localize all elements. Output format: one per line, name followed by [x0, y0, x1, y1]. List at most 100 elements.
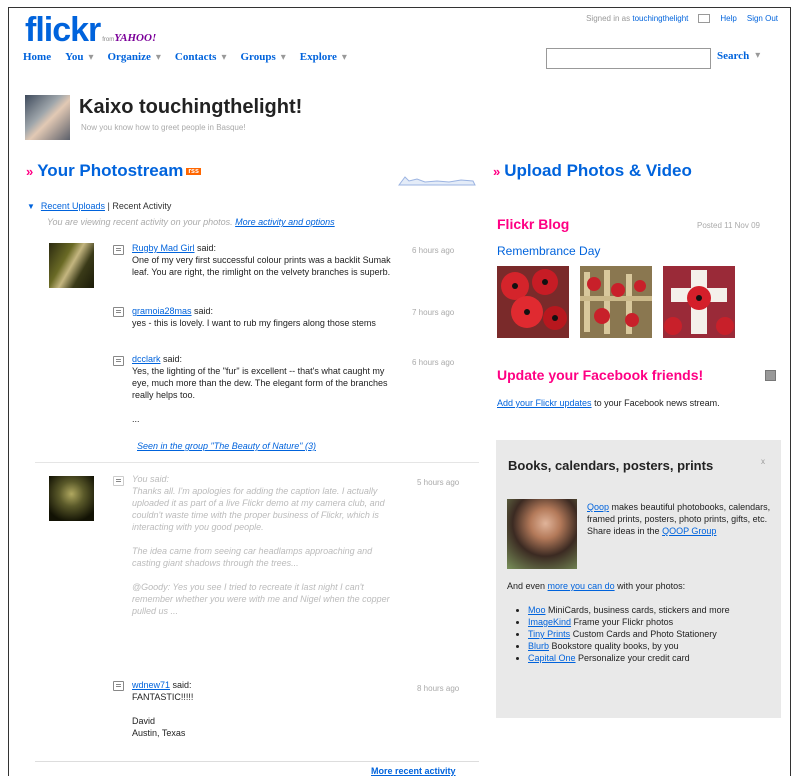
qoop-group-link[interactable]: QOOP Group: [662, 526, 716, 536]
photo-thumbnail[interactable]: [49, 243, 94, 288]
account-bar: Signed in as touchingthelight Help Sign …: [586, 14, 778, 23]
comment-icon: [113, 476, 124, 486]
username-link[interactable]: touchingthelight: [632, 14, 688, 23]
comment-signature: David: [132, 716, 156, 726]
promo-link[interactable]: Capital One: [528, 653, 576, 663]
search-input[interactable]: [546, 48, 711, 69]
comment-said: said:: [172, 680, 192, 690]
promo-link[interactable]: Tiny Prints: [528, 629, 570, 639]
chevron-down-icon[interactable]: ▾: [156, 52, 161, 63]
close-icon[interactable]: x: [761, 457, 765, 466]
upload-link[interactable]: Upload Photos & Video: [504, 161, 692, 180]
chevron-down-icon[interactable]: ▾: [755, 50, 760, 62]
comment-item: Rugby Mad Girl said: One of my very firs…: [132, 242, 402, 278]
promo-title: Books, calendars, posters, prints: [508, 458, 714, 473]
flickr-logo[interactable]: flickr fromYAHOO!: [25, 11, 156, 50]
blog-photo[interactable]: [663, 266, 735, 338]
comment-author-link[interactable]: Rugby Mad Girl: [132, 243, 195, 253]
divider: [35, 761, 479, 762]
buddy-icon[interactable]: [25, 95, 70, 140]
comment-text: @Goody: Yes you see I tried to recreate …: [132, 582, 390, 616]
comment-signature: Austin, Texas: [132, 728, 186, 738]
search-button[interactable]: Search ▾: [717, 50, 760, 62]
blog-post-link[interactable]: Remembrance Day: [497, 244, 600, 258]
signed-in-text: Signed in as touchingthelight: [586, 14, 688, 23]
facebook-link[interactable]: Add your Flickr updates: [497, 398, 592, 408]
promo-link[interactable]: Blurb: [528, 641, 549, 651]
comment-text: yes - this is lovely. I want to rub my f…: [132, 318, 376, 328]
nav-contacts-label: Contacts: [174, 51, 217, 63]
search-button-label: Search: [717, 50, 750, 62]
comment-author-link[interactable]: gramoia28mas: [132, 306, 192, 316]
blog-title[interactable]: Flickr Blog: [497, 216, 569, 232]
comment-item: You said: Thanks all. I'm apologies for …: [132, 473, 397, 617]
rss-icon[interactable]: rss: [186, 168, 201, 176]
yahoo-logo: YAHOO!: [114, 32, 157, 44]
seen-in-group-link[interactable]: Seen in the group "The Beauty of Nature"…: [137, 441, 316, 451]
chevron-down-icon[interactable]: ▾: [88, 52, 93, 63]
help-link[interactable]: Help: [720, 14, 736, 23]
comment-icon: [113, 681, 124, 691]
comment-ellipsis: ...: [132, 414, 140, 424]
facebook-text: Add your Flickr updates to your Facebook…: [497, 397, 757, 410]
chevron-down-icon[interactable]: ▾: [281, 52, 286, 63]
main-nav: Home You ▾ Organize ▾ Contacts ▾ Groups ▾ Ex…: [23, 51, 347, 63]
signed-in-label: Signed in as: [586, 14, 631, 23]
photostream-title[interactable]: Your Photostream: [37, 161, 183, 180]
comment-said: You said:: [132, 474, 170, 484]
promo-link[interactable]: Moo: [528, 605, 546, 615]
nav-home[interactable]: Home: [23, 51, 51, 63]
viewing-note: You are viewing recent activity on your …: [47, 217, 335, 227]
promo-list: Moo MiniCards, business cards, stickers …: [514, 604, 783, 664]
blog-photo[interactable]: [497, 266, 569, 338]
comment-item: wdnew71 said: FANTASTIC!!!!! David Austi…: [132, 679, 397, 739]
comment-author-link[interactable]: wdnew71: [132, 680, 170, 690]
more-options-link[interactable]: More activity and options: [235, 217, 335, 227]
page-title: Kaixo touchingthelight!: [79, 96, 303, 118]
nav-groups-label: Groups: [240, 51, 276, 63]
tab-recent-uploads[interactable]: Recent Uploads: [41, 201, 105, 211]
nav-organize-label: Organize: [107, 51, 151, 63]
chevron-down-icon[interactable]: ▾: [221, 52, 226, 63]
seen-in-group-text[interactable]: Seen in the group "The Beauty of Nature"…: [137, 441, 316, 451]
chevron-right-icon: »: [26, 164, 34, 179]
comment-said: said:: [194, 306, 214, 316]
chevron-down-icon[interactable]: ▾: [342, 52, 347, 63]
comment-time: 6 hours ago: [412, 246, 455, 255]
promo-item-text: Bookstore quality books, by you: [551, 641, 679, 651]
nav-explore[interactable]: Explore ▾: [300, 51, 347, 63]
promo-and-even: And even more you can do with your photo…: [507, 581, 685, 591]
comment-time: 8 hours ago: [417, 684, 460, 693]
comment-time: 7 hours ago: [412, 308, 455, 317]
comment-icon: [113, 245, 124, 255]
more-you-can-do-link[interactable]: more you can do: [548, 581, 615, 591]
nav-home-label: Home: [23, 51, 52, 63]
promo-item-text: Personalize your credit card: [578, 653, 690, 663]
close-icon[interactable]: [765, 370, 776, 381]
chevron-right-icon: »: [493, 164, 501, 179]
comment-said: said:: [163, 354, 183, 364]
nav-you[interactable]: You ▾: [65, 51, 93, 63]
promo-item-text: MiniCards, business cards, stickers and …: [548, 605, 730, 615]
tab-separator: |: [107, 201, 110, 211]
comment-item: dcclark said: Yes, the lighting of the "…: [132, 353, 402, 425]
promo-link[interactable]: ImageKind: [528, 617, 571, 627]
nav-organize[interactable]: Organize ▾: [107, 51, 160, 63]
promo-and-even-text: with your photos:: [617, 581, 686, 591]
logo-text: flickr: [25, 11, 101, 49]
promo-item-text: Custom Cards and Photo Stationery: [572, 629, 717, 639]
mail-icon[interactable]: [698, 14, 711, 23]
activity-sparkline: [398, 176, 476, 186]
nav-contacts[interactable]: Contacts ▾: [175, 51, 227, 63]
photo-thumbnail[interactable]: [49, 476, 94, 521]
blog-photo[interactable]: [580, 266, 652, 338]
comment-author-link[interactable]: dcclark: [132, 354, 161, 364]
comment-item: gramoia28mas said: yes - this is lovely.…: [132, 305, 402, 329]
sign-out-link[interactable]: Sign Out: [747, 14, 778, 23]
comment-text: FANTASTIC!!!!!: [132, 692, 194, 702]
promo-text: Qoop makes beautiful photobooks, calenda…: [587, 501, 772, 537]
qoop-link[interactable]: Qoop: [587, 502, 609, 512]
promo-photo[interactable]: [507, 499, 577, 569]
tab-recent-activity[interactable]: Recent Activity: [112, 201, 171, 211]
nav-groups[interactable]: Groups ▾: [241, 51, 286, 63]
